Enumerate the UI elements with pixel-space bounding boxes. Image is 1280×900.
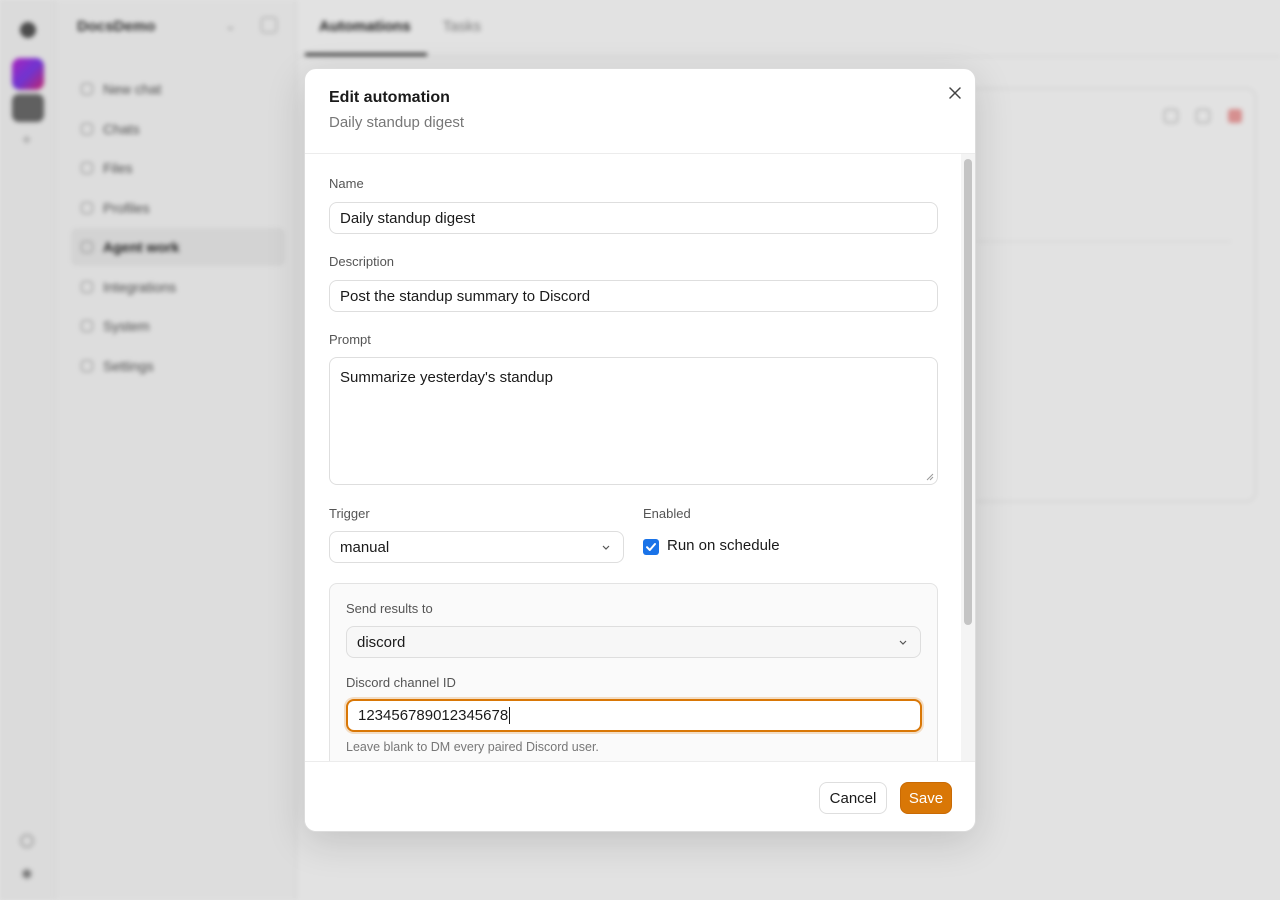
dialog-title: Edit automation	[329, 89, 450, 106]
resize-grip-icon[interactable]	[926, 473, 934, 481]
text-caret	[509, 707, 511, 724]
send-results-value: discord	[357, 633, 406, 651]
close-button[interactable]	[945, 83, 965, 103]
save-button[interactable]: Save	[900, 782, 952, 814]
chevron-down-icon	[602, 545, 610, 550]
checkmark-icon	[646, 543, 656, 551]
trigger-select[interactable]: manual	[329, 531, 624, 563]
name-value: Daily standup digest	[340, 209, 476, 227]
prompt-textarea[interactable]: Summarize yesterday's standup	[329, 357, 938, 485]
prompt-value: Summarize yesterday's standup	[340, 369, 553, 386]
description-label: Description	[329, 254, 395, 269]
chevron-down-icon	[899, 640, 907, 645]
discord-channel-input[interactable]: 123456789012345678	[346, 699, 922, 732]
enabled-label: Enabled	[643, 506, 691, 521]
scrollbar-thumb[interactable]	[964, 159, 972, 625]
delivery-panel: Send results to discord Discord channel …	[329, 583, 938, 761]
send-results-select[interactable]: discord	[346, 626, 921, 658]
run-on-schedule-checkbox[interactable]	[643, 539, 659, 555]
dialog-body: Name Daily standup digest Description Po…	[305, 154, 975, 761]
run-on-schedule-label[interactable]: Run on schedule	[667, 537, 780, 554]
dialog-footer: Cancel Save	[305, 761, 975, 831]
discord-channel-value: 123456789012345678	[358, 707, 509, 724]
trigger-value: manual	[340, 538, 390, 556]
dialog-subtitle: Daily standup digest	[329, 114, 465, 131]
trigger-label: Trigger	[329, 506, 370, 521]
prompt-label: Prompt	[329, 332, 371, 347]
name-input[interactable]: Daily standup digest	[329, 202, 938, 234]
edit-automation-dialog: Edit automation Daily standup digest Nam…	[304, 68, 976, 832]
dialog-scrollbar[interactable]	[961, 154, 975, 761]
send-results-label: Send results to	[346, 601, 433, 616]
discord-channel-label: Discord channel ID	[346, 675, 456, 690]
dialog-header: Edit automation Daily standup digest	[305, 69, 975, 154]
description-value: Post the standup summary to Discord	[340, 287, 591, 305]
discord-channel-hint: Leave blank to DM every paired Discord u…	[346, 740, 599, 754]
close-icon	[949, 87, 961, 99]
name-label: Name	[329, 176, 364, 191]
description-input[interactable]: Post the standup summary to Discord	[329, 280, 938, 312]
cancel-button[interactable]: Cancel	[819, 782, 887, 814]
